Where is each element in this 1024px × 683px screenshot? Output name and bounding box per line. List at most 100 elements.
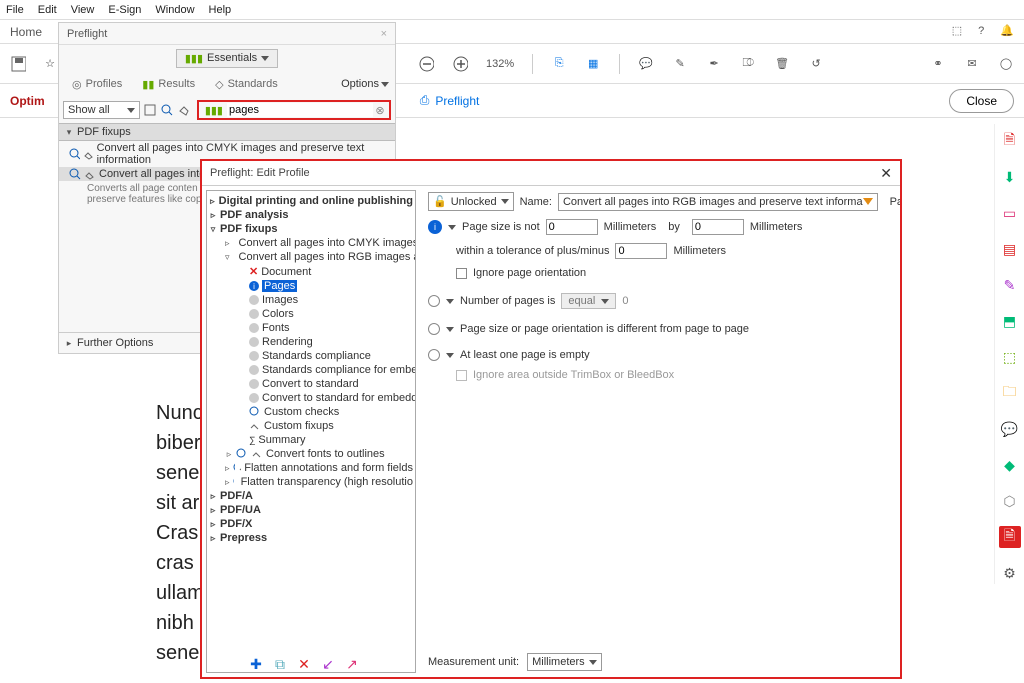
- essentials-dropdown[interactable]: ▮▮▮ Essentials: [176, 49, 278, 68]
- fixups-section-header[interactable]: ▾ PDF fixups: [59, 123, 395, 141]
- search-input[interactable]: [227, 103, 373, 117]
- width-input[interactable]: [546, 219, 598, 235]
- menu-file[interactable]: File: [6, 4, 24, 16]
- delete-icon[interactable]: ✕: [295, 655, 313, 673]
- menu-edit[interactable]: Edit: [38, 4, 57, 16]
- help-icon[interactable]: ?: [978, 25, 984, 37]
- tree-leaf[interactable]: ∑Summary: [209, 433, 413, 447]
- menu-window[interactable]: Window: [155, 4, 194, 16]
- tree-node[interactable]: ▹Convert all pages into CMYK images: [209, 236, 413, 250]
- comment-icon[interactable]: 💬: [638, 56, 654, 72]
- undo-icon[interactable]: ↺: [808, 56, 824, 72]
- stamp-icon[interactable]: ⎄: [740, 56, 756, 72]
- tree-leaf[interactable]: Colors: [209, 307, 413, 321]
- severity-radio[interactable]: [428, 295, 440, 307]
- import-icon[interactable]: ↙: [319, 655, 337, 673]
- tree-node[interactable]: ▹Convert fonts to outlines: [209, 447, 413, 461]
- chevron-down-icon[interactable]: [446, 299, 454, 304]
- severity-radio[interactable]: [428, 349, 440, 361]
- tree-group[interactable]: ▿PDF fixups: [209, 222, 413, 236]
- sub-preflight[interactable]: ⎙ Preflight: [420, 93, 480, 108]
- height-input[interactable]: [692, 219, 744, 235]
- duplicate-icon[interactable]: ⧉: [271, 655, 289, 673]
- tree-leaf[interactable]: Fonts: [209, 321, 413, 335]
- lock-dropdown[interactable]: 🔓 Unlocked: [428, 192, 514, 211]
- info-icon[interactable]: i: [428, 220, 442, 234]
- rail-tool-a-icon[interactable]: ◆: [999, 454, 1021, 476]
- rail-sign-icon[interactable]: ✎: [999, 274, 1021, 296]
- tree-leaf[interactable]: Custom fixups: [209, 419, 413, 433]
- tree-group[interactable]: ▹Prepress: [209, 531, 413, 545]
- tolerance-input[interactable]: [615, 243, 667, 259]
- comparator-dropdown[interactable]: equal: [561, 293, 616, 309]
- save-icon[interactable]: [10, 56, 26, 72]
- star-icon[interactable]: ☆: [42, 56, 58, 72]
- sign-icon[interactable]: ✒: [706, 56, 722, 72]
- zoom-out-icon[interactable]: [418, 56, 434, 72]
- tree-leaf[interactable]: Custom checks: [209, 405, 413, 419]
- highlight-icon[interactable]: ✎: [672, 56, 688, 72]
- filter-check-icon[interactable]: [160, 99, 175, 121]
- rail-export-icon[interactable]: ⬇: [999, 166, 1021, 188]
- filter-profile-icon[interactable]: [142, 99, 157, 121]
- tab-standards[interactable]: ◇ Standards: [208, 75, 285, 94]
- chevron-down-icon[interactable]: [446, 327, 454, 332]
- close-button[interactable]: Close: [949, 89, 1014, 113]
- export-icon[interactable]: ↗: [343, 655, 361, 673]
- rail-edit-icon[interactable]: ▭: [999, 202, 1021, 224]
- tree-leaf[interactable]: Images: [209, 293, 413, 307]
- megaphone-icon[interactable]: ⬚: [952, 24, 962, 37]
- tab-home[interactable]: Home: [10, 25, 42, 39]
- zoom-value[interactable]: 132%: [486, 58, 514, 70]
- clear-search-icon[interactable]: ⊗: [373, 104, 387, 117]
- name-input[interactable]: Convert all pages into RGB images and pr…: [558, 193, 878, 211]
- menu-view[interactable]: View: [71, 4, 95, 16]
- chevron-down-icon[interactable]: [448, 225, 456, 230]
- ignore-area-checkbox[interactable]: [456, 370, 467, 381]
- tree-leaf[interactable]: Convert to standard: [209, 377, 413, 391]
- tree-group[interactable]: ▹PDF/X: [209, 517, 413, 531]
- ignore-orientation-checkbox[interactable]: [456, 268, 467, 279]
- tree-group[interactable]: ▹PDF/UA: [209, 503, 413, 517]
- tree-node[interactable]: ▹Flatten annotations and form fields: [209, 461, 413, 475]
- rail-settings-icon[interactable]: ⚙: [999, 562, 1021, 584]
- trash-icon[interactable]: 🗑: [774, 56, 790, 72]
- rail-comment-icon[interactable]: ▤: [999, 238, 1021, 260]
- page-layout-icon[interactable]: ▦: [585, 56, 601, 72]
- rail-protect-icon[interactable]: 🗀: [999, 382, 1021, 404]
- tree-leaf-selected[interactable]: iPages: [209, 279, 413, 293]
- tree-leaf[interactable]: ✕Document: [209, 264, 413, 279]
- options-dropdown[interactable]: Options: [341, 78, 389, 90]
- tab-results[interactable]: ▮▮ Results: [135, 75, 202, 94]
- add-icon[interactable]: ✚: [247, 655, 265, 673]
- dialog-close-icon[interactable]: ✕: [880, 165, 892, 182]
- rail-create-pdf-icon[interactable]: 🗎: [999, 130, 1021, 152]
- tree-leaf[interactable]: Standards compliance for embedde: [209, 363, 413, 377]
- tree-group[interactable]: ▹PDF analysis: [209, 208, 413, 222]
- account-icon[interactable]: ◯: [998, 56, 1014, 72]
- tree-group[interactable]: ▹Digital printing and online publishing: [209, 194, 413, 208]
- measurement-unit-dropdown[interactable]: Millimeters: [527, 653, 602, 671]
- rail-more-icon[interactable]: 💬: [999, 418, 1021, 440]
- menu-esign[interactable]: E-Sign: [108, 4, 141, 16]
- tree-node[interactable]: ▿Convert all pages into RGB images a: [209, 250, 413, 264]
- bell-icon[interactable]: 🔔: [1000, 24, 1014, 37]
- rail-preflight-icon[interactable]: 🗎: [999, 526, 1021, 548]
- tab-profiles[interactable]: ◎ Profiles: [65, 75, 129, 94]
- severity-radio[interactable]: [428, 323, 440, 335]
- zoom-in-icon[interactable]: [452, 56, 468, 72]
- showall-dropdown[interactable]: Show all: [63, 101, 140, 119]
- filter-fixup-icon[interactable]: [177, 99, 193, 121]
- tree-group[interactable]: ▹PDF/A: [209, 489, 413, 503]
- rail-shield-icon[interactable]: ⬡: [999, 490, 1021, 512]
- menu-help[interactable]: Help: [209, 4, 232, 16]
- tree-leaf[interactable]: Convert to standard for embedded: [209, 391, 413, 405]
- chevron-down-icon[interactable]: [446, 353, 454, 358]
- rail-scan-icon[interactable]: ⬚: [999, 346, 1021, 368]
- tree-leaf[interactable]: Rendering: [209, 335, 413, 349]
- bookmark-icon[interactable]: ⎘: [551, 56, 567, 72]
- rail-organize-icon[interactable]: ⬒: [999, 310, 1021, 332]
- preflight-panel-close-icon[interactable]: ×: [381, 28, 387, 40]
- tree-node[interactable]: ▹Flatten transparency (high resolutio: [209, 475, 413, 489]
- mail-icon[interactable]: ✉: [964, 56, 980, 72]
